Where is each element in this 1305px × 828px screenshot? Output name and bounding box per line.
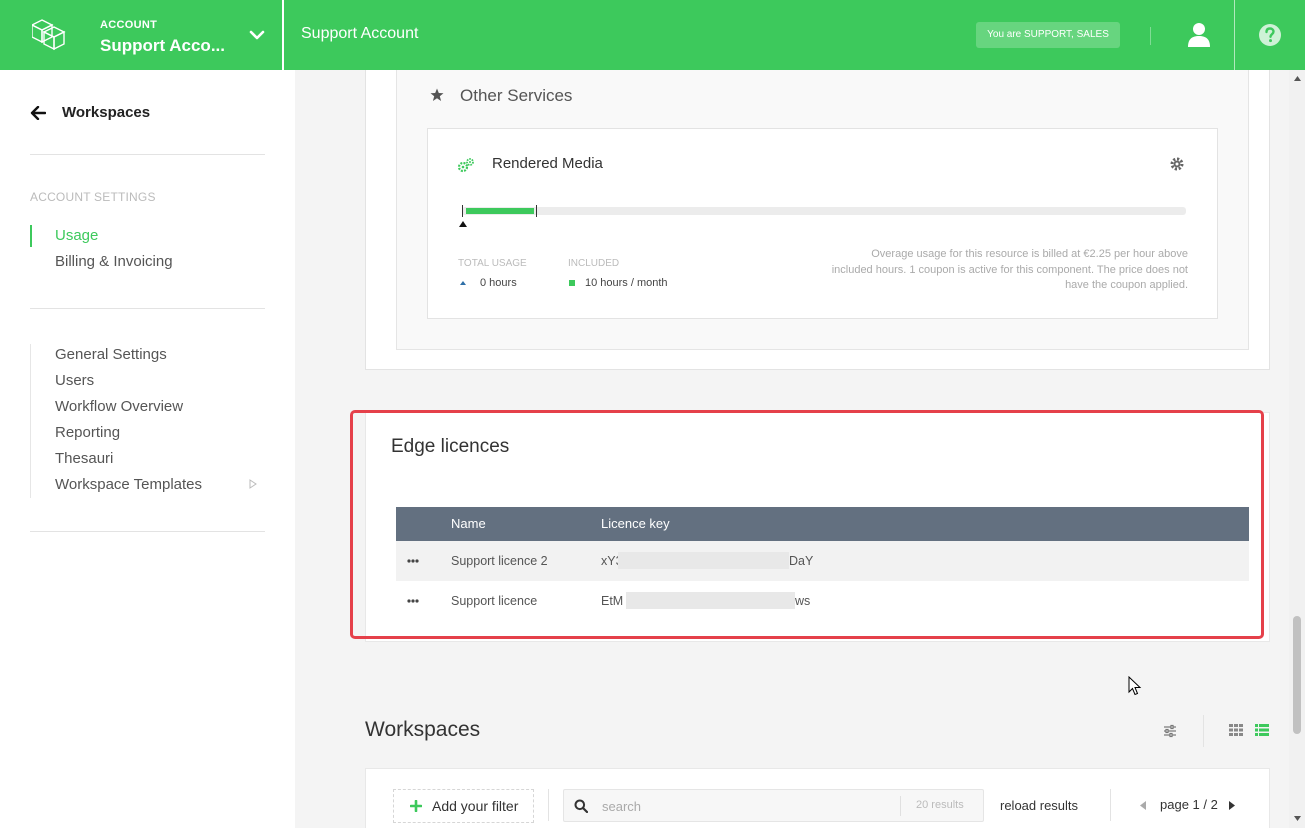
search-input[interactable]: [602, 796, 892, 816]
sidebar-item-usage[interactable]: Usage: [55, 227, 98, 244]
page-title: Support Account: [301, 25, 419, 42]
usage-indicator-icon: [460, 281, 466, 285]
overage-note: Overage usage for this resource is bille…: [831, 248, 1188, 291]
included-value: 10 hours / month: [569, 277, 668, 289]
back-to-workspaces-link[interactable]: Workspaces: [30, 104, 150, 121]
included-indicator-icon: [569, 280, 575, 286]
scroll-up-icon[interactable]: [1294, 76, 1301, 81]
search-icon: [574, 799, 588, 813]
included-limit-tick: [536, 205, 537, 217]
progress-start-tick: [462, 205, 463, 217]
included-label: INCLUDED: [568, 258, 620, 269]
user-icon[interactable]: [1187, 22, 1211, 48]
toolbar-divider: [1110, 789, 1111, 821]
sidebar-divider: [30, 308, 265, 309]
header-divider: [1150, 27, 1151, 45]
active-indicator: [30, 225, 32, 247]
help-icon[interactable]: [1258, 23, 1282, 47]
page-indicator: page 1 / 2: [1160, 797, 1218, 812]
sidebar-item-workspace-templates[interactable]: Workspace Templates: [55, 476, 202, 493]
cogs-icon: [457, 158, 474, 173]
total-usage-label: TOTAL USAGE: [458, 258, 527, 269]
results-divider: [900, 796, 901, 816]
usage-marker-icon: [459, 221, 467, 227]
account-settings-heading: ACCOUNT SETTINGS: [30, 190, 156, 204]
reload-results-link[interactable]: reload results: [1000, 798, 1078, 813]
role-badge: You are SUPPORT, SALES: [976, 22, 1120, 48]
scrollbar-thumb[interactable]: [1293, 616, 1301, 734]
sidebar-item-general-settings[interactable]: General Settings: [55, 346, 167, 363]
account-switcher[interactable]: ACCOUNT Support Acco...: [0, 0, 284, 70]
toolbar-divider: [1203, 715, 1204, 747]
total-usage-value: 0 hours: [460, 277, 517, 289]
total-usage-text: 0 hours: [480, 277, 517, 289]
sidebar-item-workflow-overview[interactable]: Workflow Overview: [55, 398, 183, 415]
workspaces-title: Workspaces: [365, 718, 481, 741]
filter-settings-icon[interactable]: [1163, 724, 1177, 738]
sidebar-item-thesauri[interactable]: Thesauri: [55, 450, 113, 467]
sidebar-item-reporting[interactable]: Reporting: [55, 424, 120, 441]
grid-view-icon[interactable]: [1229, 724, 1243, 736]
mouse-cursor-icon: [1128, 676, 1142, 696]
star-icon: [430, 88, 444, 101]
search-box: 20 results: [563, 789, 984, 822]
scroll-down-icon[interactable]: [1294, 816, 1301, 821]
prev-page-icon[interactable]: [1140, 801, 1146, 810]
sidebar-item-billing[interactable]: Billing & Invoicing: [55, 253, 173, 270]
highlight-annotation: [350, 410, 1264, 639]
included-text: 10 hours / month: [585, 277, 668, 289]
usage-progress-fill: [466, 208, 534, 214]
add-filter-label: Add your filter: [432, 798, 519, 814]
toolbar-divider: [548, 789, 549, 821]
nav-tree-line: [30, 344, 31, 498]
vertical-scrollbar[interactable]: [1289, 70, 1305, 828]
sidebar: Workspaces ACCOUNT SETTINGS Usage Billin…: [0, 70, 295, 828]
other-services-title: Other Services: [460, 86, 573, 105]
help-area: [1234, 0, 1305, 70]
gear-icon[interactable]: [1170, 157, 1184, 171]
results-count: 20 results: [916, 799, 964, 811]
arrow-left-icon: [30, 105, 46, 120]
chevron-down-icon[interactable]: [249, 28, 265, 42]
add-filter-button[interactable]: Add your filter: [393, 789, 534, 823]
caret-right-icon[interactable]: [249, 479, 257, 489]
list-view-icon[interactable]: [1255, 724, 1269, 736]
back-link-label: Workspaces: [62, 104, 151, 121]
plus-icon: [410, 800, 422, 812]
sidebar-item-users[interactable]: Users: [55, 372, 94, 389]
sidebar-divider: [30, 531, 265, 532]
account-name: Support Acco...: [100, 36, 225, 55]
logo-icon: [32, 19, 66, 51]
rendered-media-title: Rendered Media: [492, 155, 603, 172]
usage-progress-bar: [462, 205, 1186, 217]
top-header: ACCOUNT Support Acco... Support Account …: [0, 0, 1305, 70]
account-label: ACCOUNT: [100, 19, 158, 31]
next-page-icon[interactable]: [1229, 801, 1235, 810]
sidebar-divider: [30, 154, 265, 155]
